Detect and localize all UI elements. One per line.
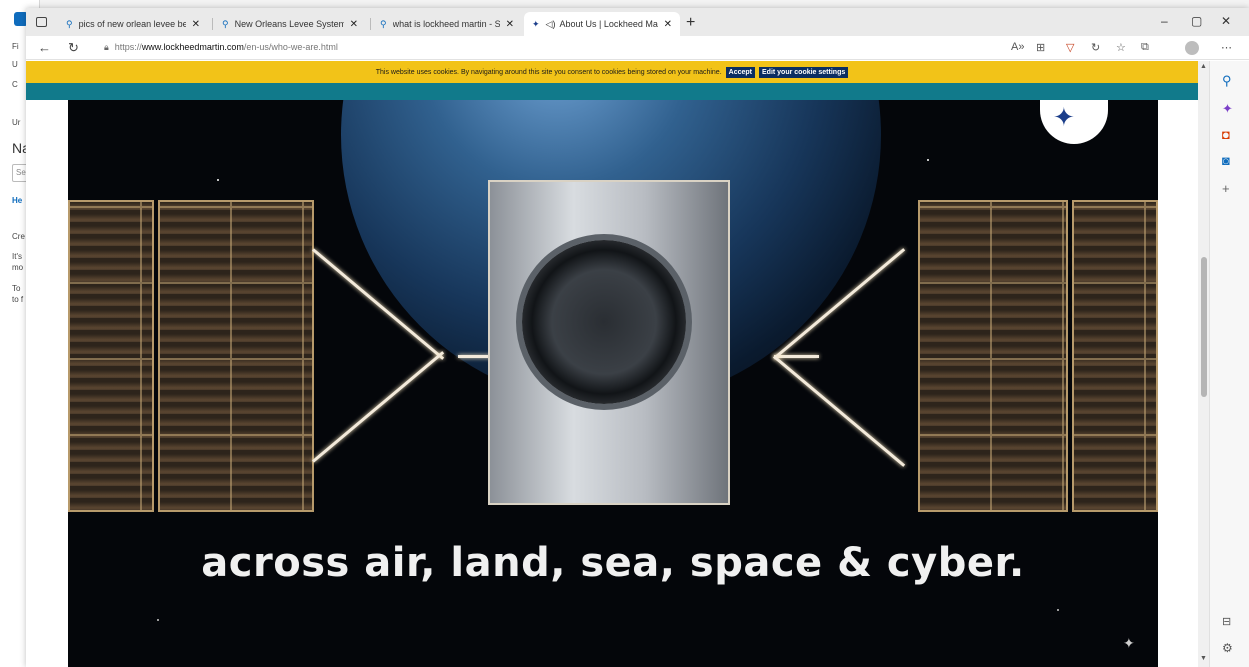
- address-bar: ← ↻ 🔒︎ https://www.lockheedmartin.com/en-…: [26, 36, 1249, 60]
- add-icon[interactable]: +: [1222, 181, 1230, 196]
- minimize-button[interactable]: –: [1161, 14, 1168, 28]
- lock-icon[interactable]: 🔒︎: [104, 42, 109, 52]
- right-solar-panel-outer: [1072, 200, 1158, 512]
- collections-icon[interactable]: ⧉: [1141, 41, 1149, 54]
- url-prefix: https://: [114, 42, 142, 52]
- watermark-star-icon: ✦: [1123, 635, 1135, 651]
- search-icon: ⚲: [380, 18, 387, 29]
- tab-actions-icon[interactable]: [36, 17, 47, 27]
- tab-separator: [370, 18, 371, 30]
- tab-label: what is lockheed martin - Search: [392, 19, 500, 29]
- close-icon[interactable]: ✕: [506, 19, 514, 30]
- left-solar-panel-outer: [68, 200, 154, 512]
- tab-levee-map[interactable]: ⚲ New Orleans Levee System Map ✕: [214, 12, 366, 36]
- cookie-message: This website uses cookies. By navigating…: [375, 68, 722, 76]
- outlook-icon[interactable]: ◙: [1222, 153, 1230, 168]
- more-icon[interactable]: ⋯: [1221, 41, 1232, 54]
- url-path: /en-us/who-we-are.html: [243, 42, 338, 52]
- office-icon[interactable]: ◘: [1222, 127, 1230, 142]
- tab-lockheed-search[interactable]: ⚲ what is lockheed martin - Search ✕: [372, 12, 522, 36]
- search-icon: ⚲: [66, 18, 73, 29]
- read-aloud-icon[interactable]: A»: [1011, 41, 1024, 53]
- right-boom: [774, 355, 819, 358]
- tab-label: New Orleans Levee System Map: [234, 19, 344, 29]
- url-field[interactable]: 🔒︎ https://www.lockheedmartin.com/en-us/w…: [104, 42, 338, 53]
- cookie-banner: This website uses cookies. By navigating…: [26, 61, 1198, 83]
- refresh-icon[interactable]: ↻: [68, 40, 79, 56]
- close-window-button[interactable]: ✕: [1221, 14, 1231, 28]
- scroll-up-arrow-icon[interactable]: ▲: [1200, 63, 1207, 70]
- tab-levee-pics[interactable]: ⚲ pics of new orlean levee before ✕: [58, 12, 208, 36]
- url-host: www.lockheedmartin.com: [141, 42, 244, 52]
- close-icon[interactable]: ✕: [664, 19, 672, 30]
- browser-window: ⚲ pics of new orlean levee before ✕ ⚲ Ne…: [26, 8, 1249, 667]
- search-icon[interactable]: ⚲: [1222, 73, 1232, 89]
- tab-label: About Us | Lockheed Martin: [559, 19, 658, 29]
- edge-sidebar: ⚲ ✦ ◘ ◙ + ⊟ ⚙: [1209, 61, 1249, 667]
- right-solar-panel-inner: [918, 200, 1068, 512]
- hero-video[interactable]: ✦ across air, land, sea, space & cyber. …: [68, 100, 1158, 667]
- app-available-icon[interactable]: ⊞: [1036, 41, 1045, 54]
- favorites-icon[interactable]: ☆: [1116, 41, 1126, 54]
- search-icon: ⚲: [222, 18, 229, 29]
- cookie-settings-button[interactable]: Edit your cookie settings: [759, 66, 849, 78]
- tab-separator: [212, 18, 213, 30]
- cookie-accept-button[interactable]: Accept: [725, 66, 755, 78]
- close-icon[interactable]: ✕: [192, 19, 200, 30]
- tab-label: pics of new orlean levee before: [78, 19, 186, 29]
- web-page: This website uses cookies. By navigating…: [26, 61, 1198, 667]
- new-tab-button[interactable]: +: [686, 14, 695, 32]
- scroll-thumb[interactable]: [1201, 257, 1207, 397]
- satellite-ring: [522, 240, 686, 404]
- settings-icon[interactable]: ⚙: [1222, 641, 1233, 655]
- sparkle-icon[interactable]: ✦: [1222, 101, 1233, 117]
- site-header-strip: [26, 83, 1198, 100]
- back-arrow-icon[interactable]: ←: [38, 40, 51, 55]
- sidebar-toggle-icon[interactable]: ⊟: [1222, 615, 1231, 628]
- shopping-icon[interactable]: ▽: [1066, 41, 1074, 54]
- page-scrollbar[interactable]: ▲ ▼: [1198, 61, 1209, 667]
- maximize-button[interactable]: ▢: [1191, 14, 1202, 28]
- lockheed-star-icon: ✦: [532, 18, 540, 29]
- speaker-icon[interactable]: ◁): [546, 19, 556, 30]
- tab-about-us[interactable]: ✦ ◁) About Us | Lockheed Martin ✕: [524, 12, 680, 36]
- profile-avatar[interactable]: [1185, 41, 1199, 55]
- close-icon[interactable]: ✕: [350, 19, 358, 30]
- scroll-down-arrow-icon[interactable]: ▼: [1200, 655, 1207, 662]
- tab-bar: ⚲ pics of new orlean levee before ✕ ⚲ Ne…: [26, 8, 1249, 36]
- left-solar-panel-inner: [158, 200, 314, 512]
- lockheed-star-icon: ✦: [1053, 102, 1075, 132]
- hero-caption: across air, land, sea, space & cyber.: [201, 540, 1025, 586]
- refresh-page-icon[interactable]: ↻: [1091, 41, 1100, 54]
